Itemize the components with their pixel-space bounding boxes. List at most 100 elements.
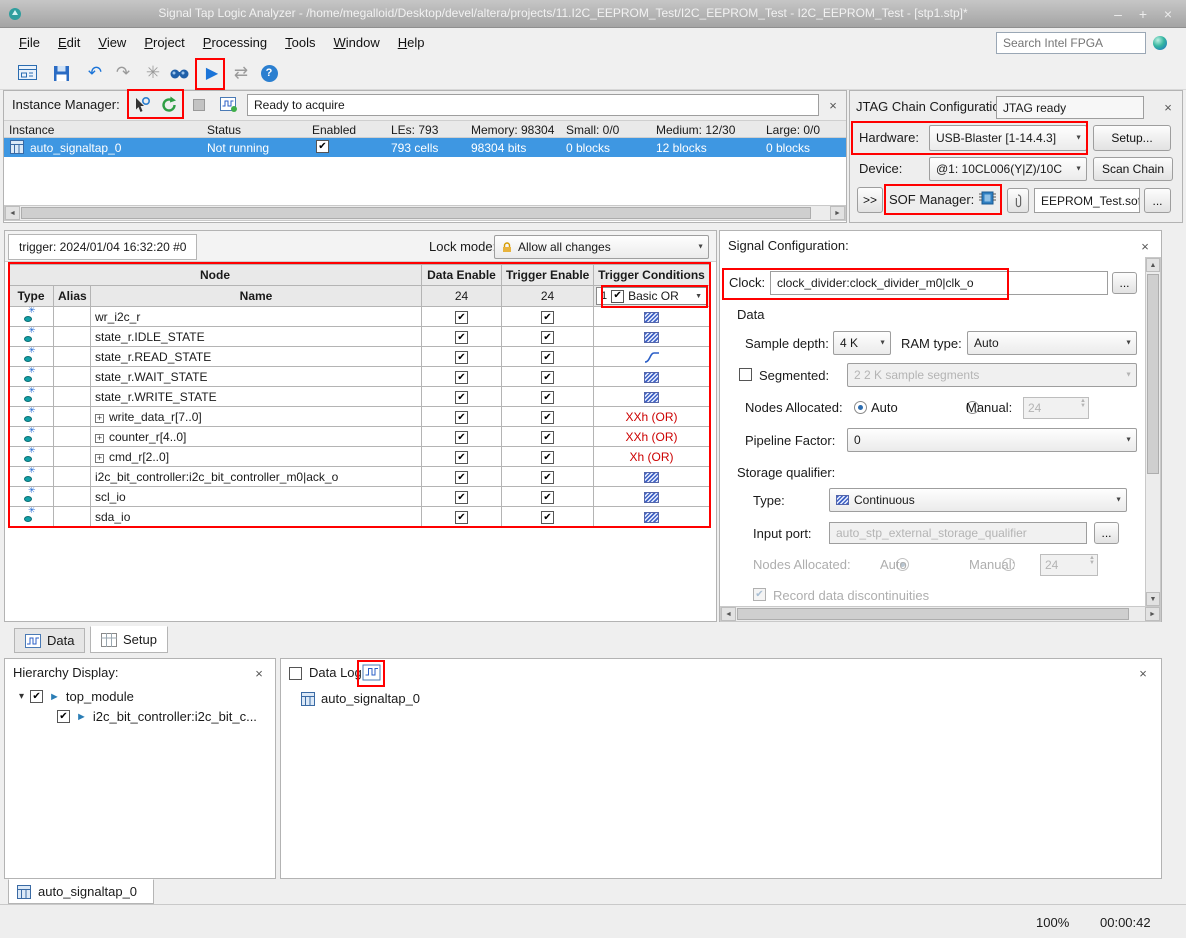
trigger-condition-cell[interactable]: [593, 306, 710, 327]
node-name-cell[interactable]: i2c_bit_controller:i2c_bit_controller_m0…: [90, 466, 422, 487]
clock-field[interactable]: clock_divider:clock_divider_m0|clk_o: [770, 271, 1108, 295]
instance-enabled-checkbox[interactable]: ✔: [316, 140, 329, 153]
trigger-enable-checkbox[interactable]: ✔: [541, 471, 554, 485]
data-enable-checkbox[interactable]: ✔: [455, 451, 468, 465]
tab-data[interactable]: Data: [14, 628, 86, 653]
rising-edge-icon[interactable]: [644, 351, 660, 364]
data-enable-cell[interactable]: ✔: [421, 346, 502, 367]
data-enable-cell[interactable]: ✔: [421, 306, 502, 327]
data-enable-checkbox[interactable]: ✔: [455, 371, 468, 385]
data-enable-checkbox[interactable]: ✔: [455, 431, 468, 445]
menu-file[interactable]: File: [10, 31, 49, 54]
node-name-cell[interactable]: + counter_r[4..0]: [90, 426, 422, 447]
attach-sof-paperclip-icon[interactable]: [1007, 188, 1029, 213]
scroll-left-icon[interactable]: ◄: [5, 206, 20, 220]
node-row[interactable]: ✳ + cmd_r[2..0] ✔ ✔ Xh (OR): [8, 446, 710, 467]
scroll-left-icon[interactable]: ◄: [721, 607, 736, 621]
trigger-enable-cell[interactable]: ✔: [501, 506, 594, 527]
scroll-right-icon[interactable]: ►: [830, 206, 845, 220]
data-enable-checkbox[interactable]: ✔: [455, 391, 468, 405]
col-medium[interactable]: Medium: 12/30: [656, 123, 735, 137]
trigger-enable-checkbox[interactable]: ✔: [541, 331, 554, 345]
condition-enabled-checkbox[interactable]: ✔: [611, 289, 625, 303]
trigger-condition-cell[interactable]: [593, 506, 710, 527]
node-name-cell[interactable]: state_r.READ_STATE: [90, 346, 422, 367]
stop-analysis-icon[interactable]: [193, 99, 205, 111]
read-data-icon[interactable]: [220, 96, 238, 116]
node-name-cell[interactable]: state_r.WRITE_STATE: [90, 386, 422, 407]
trigger-tab[interactable]: trigger: 2024/01/04 16:32:20 #0: [8, 234, 198, 260]
ram-type-combo[interactable]: Auto ▼: [967, 331, 1137, 355]
data-enable-checkbox[interactable]: ✔: [455, 351, 468, 365]
alias-cell[interactable]: [53, 466, 91, 487]
trigger-enable-checkbox[interactable]: ✔: [541, 391, 554, 405]
trigger-enable-cell[interactable]: ✔: [501, 406, 594, 427]
analysis-icon[interactable]: ✳: [140, 60, 166, 86]
node-row[interactable]: ✳ state_r.READ_STATE ✔ ✔: [8, 346, 710, 367]
scroll-thumb[interactable]: [21, 207, 811, 219]
alias-cell[interactable]: [53, 406, 91, 427]
minimize-button[interactable]: –: [1108, 4, 1128, 24]
tree-item-top-module[interactable]: ▾ ✔ ► top_module: [19, 689, 134, 704]
dont-care-pattern-icon[interactable]: [644, 491, 659, 503]
node-name-cell[interactable]: sda_io: [90, 506, 422, 527]
alias-cell[interactable]: [53, 446, 91, 467]
alias-cell[interactable]: [53, 366, 91, 387]
hardware-setup-button[interactable]: Setup...: [1093, 125, 1171, 151]
node-row[interactable]: ✳ sda_io ✔ ✔: [8, 506, 710, 527]
undo-icon[interactable]: ↶: [82, 60, 108, 86]
node-row[interactable]: ✳ + counter_r[4..0] ✔ ✔ XXh (OR): [8, 426, 710, 447]
alias-cell[interactable]: [53, 346, 91, 367]
autorun-sync-icon[interactable]: ⇄: [228, 60, 254, 86]
node-name-cell[interactable]: scl_io: [90, 486, 422, 507]
data-enable-checkbox[interactable]: ✔: [455, 331, 468, 345]
condition-value[interactable]: XXh (OR): [625, 410, 677, 424]
hierarchy-close-icon[interactable]: ×: [251, 665, 267, 681]
data-log-item[interactable]: auto_signaltap_0: [301, 691, 420, 706]
col-enabled[interactable]: Enabled: [312, 123, 356, 137]
col-large[interactable]: Large: 0/0: [766, 123, 820, 137]
node-row[interactable]: ✳ wr_i2c_r ✔ ✔: [8, 306, 710, 327]
dont-care-pattern-icon[interactable]: [644, 391, 659, 403]
trigger-enable-cell[interactable]: ✔: [501, 426, 594, 447]
data-enable-cell[interactable]: ✔: [421, 446, 502, 467]
trigger-condition-cell[interactable]: XXh (OR): [593, 426, 710, 447]
scan-chain-button[interactable]: Scan Chain: [1093, 157, 1173, 181]
trigger-enable-cell[interactable]: ✔: [501, 366, 594, 387]
dont-care-pattern-icon[interactable]: [644, 511, 659, 523]
trigger-condition-cell[interactable]: [593, 366, 710, 387]
data-enable-cell[interactable]: ✔: [421, 366, 502, 387]
menu-view[interactable]: View: [89, 31, 135, 54]
trigger-enable-cell[interactable]: ✔: [501, 306, 594, 327]
expand-plus-icon[interactable]: +: [95, 453, 104, 463]
jtag-close-icon[interactable]: ×: [1160, 99, 1176, 115]
col-small[interactable]: Small: 0/0: [566, 123, 619, 137]
node-name-cell[interactable]: state_r.IDLE_STATE: [90, 326, 422, 347]
trigger-enable-cell[interactable]: ✔: [501, 486, 594, 507]
node-name-cell[interactable]: state_r.WAIT_STATE: [90, 366, 422, 387]
alias-cell[interactable]: [53, 306, 91, 327]
help-icon[interactable]: ?: [256, 60, 282, 86]
signal-config-close-icon[interactable]: ×: [1137, 238, 1153, 254]
i2c-controller-checkbox[interactable]: ✔: [57, 710, 70, 723]
trigger-enable-checkbox[interactable]: ✔: [541, 451, 554, 465]
col-instance[interactable]: Instance: [9, 123, 54, 137]
data-enable-cell[interactable]: ✔: [421, 506, 502, 527]
data-enable-checkbox[interactable]: ✔: [455, 511, 468, 525]
data-enable-cell[interactable]: ✔: [421, 326, 502, 347]
node-row[interactable]: ✳ i2c_bit_controller:i2c_bit_controller_m…: [8, 466, 710, 487]
dont-care-pattern-icon[interactable]: [644, 331, 659, 343]
maximize-button[interactable]: +: [1133, 4, 1153, 24]
hardware-combo[interactable]: USB-Blaster [1-14.4.3] ▼: [929, 125, 1087, 151]
tab-setup[interactable]: Setup: [90, 626, 168, 653]
trigger-enable-checkbox[interactable]: ✔: [541, 311, 554, 325]
menu-tools[interactable]: Tools: [276, 31, 324, 54]
trigger-condition-cell[interactable]: [593, 346, 710, 367]
rerun-analysis-icon[interactable]: [160, 96, 178, 117]
menu-processing[interactable]: Processing: [194, 31, 276, 54]
data-enable-checkbox[interactable]: ✔: [455, 411, 468, 425]
data-enable-cell[interactable]: ✔: [421, 406, 502, 427]
instance-hscrollbar[interactable]: ◄ ►: [4, 205, 846, 221]
tree-item-i2c-bit-controller[interactable]: ✔ ► i2c_bit_controller:i2c_bit_c...: [57, 709, 257, 724]
signal-config-vscrollbar[interactable]: ▲ ▼: [1145, 257, 1161, 607]
